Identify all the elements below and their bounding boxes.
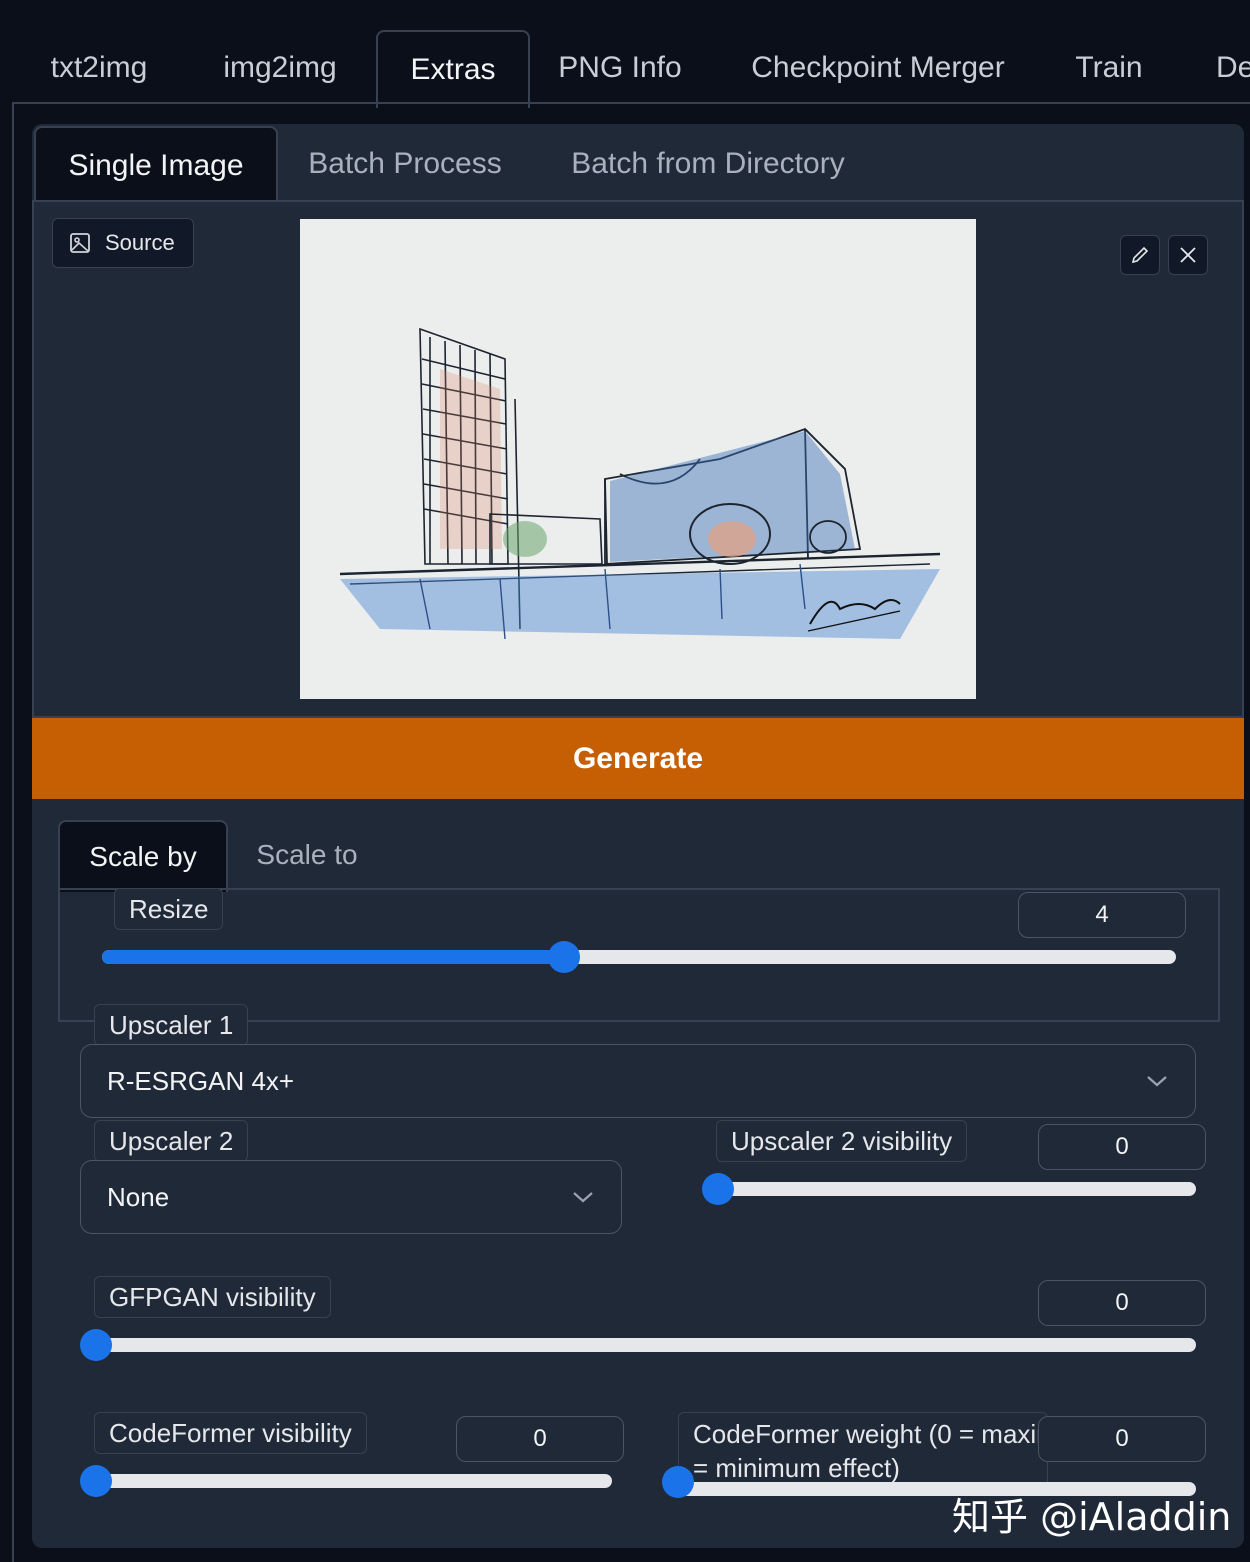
codeformer-weight-label: CodeFormer weight (0 = maxin = minimum e… [678, 1412, 1048, 1488]
close-icon [1180, 247, 1196, 263]
upscaler2-label: Upscaler 2 [94, 1120, 249, 1162]
codeformer-visibility-slider-thumb[interactable] [80, 1465, 112, 1497]
tab-divider [12, 102, 1250, 104]
upscaler2-visibility-slider-thumb[interactable] [702, 1173, 734, 1205]
pencil-icon [1131, 246, 1149, 264]
upscaler2-visibility-label: Upscaler 2 visibility [716, 1120, 968, 1162]
upscaler2-visibility-slider-track[interactable] [706, 1182, 1196, 1196]
source-label-text: Source [105, 230, 175, 255]
left-border [12, 102, 14, 1562]
codeformer-visibility-slider-track[interactable] [82, 1474, 612, 1488]
upscaler1-label: Upscaler 1 [94, 1004, 249, 1046]
upscaler2-value: None [107, 1181, 170, 1212]
tab-scale-to[interactable]: Scale to [236, 820, 378, 890]
gfpgan-visibility-slider-track[interactable] [82, 1338, 1196, 1352]
tab-single-image[interactable]: Single Image [34, 126, 278, 204]
chevron-down-icon [1147, 1076, 1167, 1087]
codeformer-visibility-label: CodeFormer visibility [94, 1412, 367, 1454]
resize-number-input[interactable]: 4 [1018, 892, 1186, 938]
upscaler1-select[interactable]: R-ESRGAN 4x+ [80, 1044, 1196, 1118]
watermark-text: 知乎 @iAladdin [952, 1495, 1232, 1539]
gfpgan-visibility-number-input[interactable]: 0 [1038, 1280, 1206, 1326]
tab-scale-by[interactable]: Scale by [58, 820, 228, 892]
image-icon [70, 233, 90, 253]
codeformer-visibility-number-input[interactable]: 0 [456, 1416, 624, 1462]
architecture-sketch-image [300, 219, 976, 699]
top-tab-bar: txt2img img2img Extras PNG Info Checkpoi… [0, 0, 1250, 108]
gfpgan-visibility-slider-thumb[interactable] [80, 1329, 112, 1361]
upscaler1-value: R-ESRGAN 4x+ [107, 1065, 295, 1096]
codeformer-weight-slider-thumb[interactable] [662, 1466, 694, 1498]
tab-train[interactable]: Train [1056, 30, 1162, 106]
tab-txt2img[interactable]: txt2img [28, 30, 170, 106]
upscaler2-visibility-number-input[interactable]: 0 [1038, 1124, 1206, 1170]
source-label: Source [52, 218, 194, 268]
generate-button[interactable]: Generate [32, 718, 1244, 799]
upscaler2-select[interactable]: None [80, 1160, 622, 1234]
source-image-preview [300, 219, 976, 699]
tab-batch-process[interactable]: Batch Process [290, 126, 520, 202]
chevron-down-icon [573, 1192, 593, 1203]
tab-img2img[interactable]: img2img [200, 30, 360, 106]
tab-png-info[interactable]: PNG Info [540, 30, 700, 106]
tab-extras[interactable]: Extras [376, 30, 530, 108]
resize-slider-fill [102, 950, 564, 964]
resize-slider-track[interactable] [102, 950, 1176, 964]
gfpgan-visibility-label: GFPGAN visibility [94, 1276, 331, 1318]
resize-label: Resize [114, 888, 224, 930]
tab-batch-from-directory[interactable]: Batch from Directory [548, 126, 868, 202]
edit-image-button[interactable] [1120, 235, 1160, 275]
codeformer-weight-label-line1: CodeFormer weight (0 = maxin [693, 1419, 1048, 1449]
tab-checkpoint-merger[interactable]: Checkpoint Merger [730, 30, 1026, 106]
codeformer-weight-number-input[interactable]: 0 [1038, 1416, 1206, 1462]
clear-image-button[interactable] [1168, 235, 1208, 275]
codeformer-weight-label-line2: = minimum effect) [693, 1453, 900, 1483]
tab-de-truncated[interactable]: De [1200, 30, 1250, 106]
resize-slider-thumb[interactable] [548, 941, 580, 973]
